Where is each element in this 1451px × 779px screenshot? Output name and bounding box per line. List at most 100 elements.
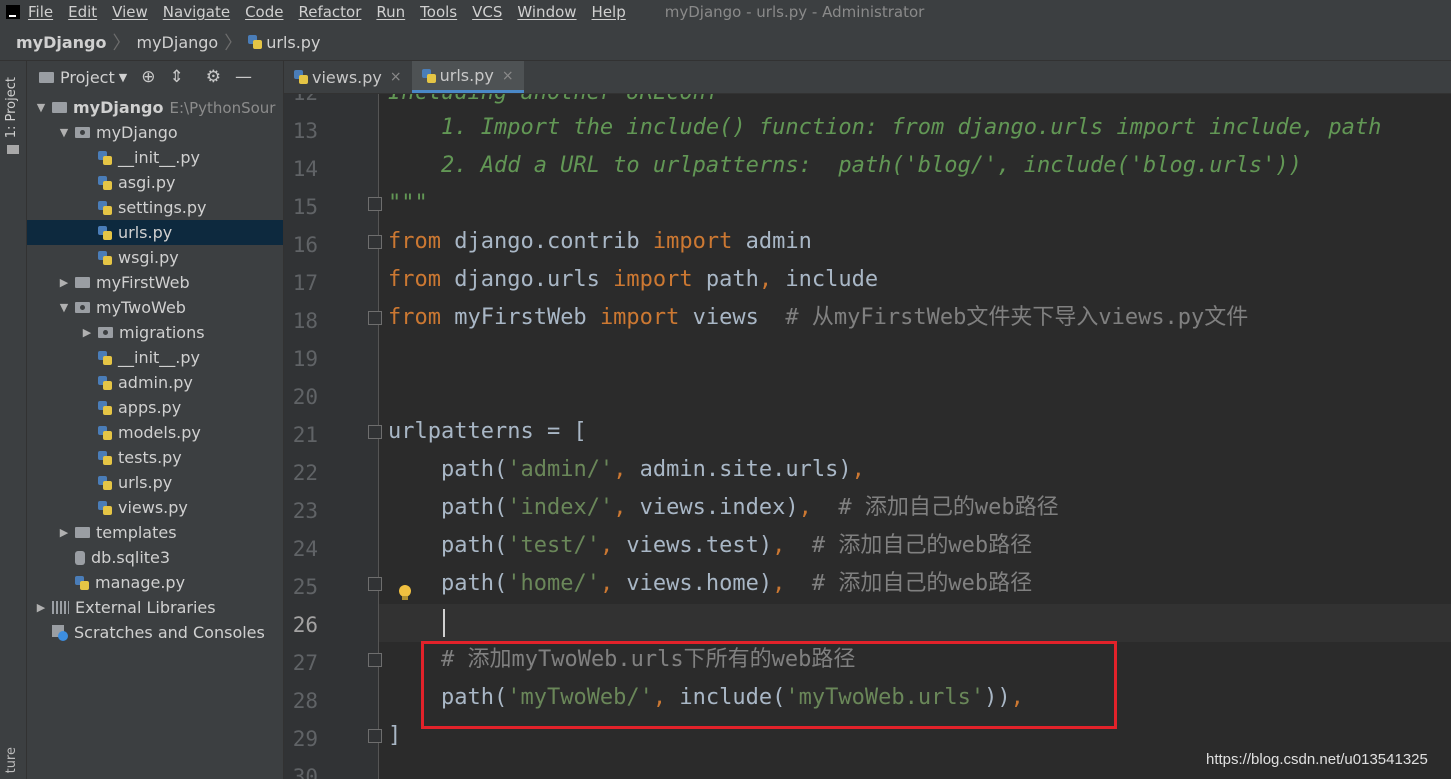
tree-item[interactable]: ▼ myDjango E:\PythonSour [27, 95, 283, 120]
chevron-right-icon[interactable]: ▶ [57, 276, 71, 289]
folder-icon [52, 102, 67, 113]
tree-item[interactable]: wsgi.py [27, 245, 283, 270]
line-number: 12 [284, 94, 318, 112]
tree-item[interactable]: asgi.py [27, 170, 283, 195]
line-number: 28 [292, 689, 318, 713]
line-number: 21 [292, 423, 318, 447]
text-caret [443, 609, 445, 637]
code-line-24: path('test/', views.test), # 添加自己的web路径 [388, 533, 1033, 558]
tree-item[interactable]: urls.py [27, 470, 283, 495]
python-file-icon [75, 575, 89, 590]
breadcrumb: myDjango 〉 myDjango 〉 urls.py [0, 24, 1451, 61]
breadcrumb-folder[interactable]: myDjango [137, 33, 219, 52]
tree-item-label: tests.py [118, 448, 182, 467]
breadcrumb-file[interactable]: urls.py [248, 33, 320, 52]
library-icon [52, 601, 69, 614]
menu-run[interactable]: Run [376, 3, 405, 21]
tree-item[interactable]: __init__.py [27, 145, 283, 170]
tab-views-py[interactable]: views.py × [284, 61, 412, 93]
tree-item[interactable]: urls.py [27, 220, 283, 245]
tree-item[interactable]: ▶ templates [27, 520, 283, 545]
menu-navigate[interactable]: Navigate [163, 3, 230, 21]
package-folder-icon [98, 327, 113, 338]
chevron-down-icon[interactable]: ▼ [57, 301, 71, 314]
tree-item-label: db.sqlite3 [91, 548, 171, 567]
menu-tools[interactable]: Tools [420, 3, 457, 21]
chevron-down-icon[interactable]: ▼ [34, 101, 48, 114]
chevron-down-icon[interactable]: ▼ [57, 126, 71, 139]
breadcrumb-project[interactable]: myDjango [16, 33, 107, 52]
menu-edit[interactable]: Edit [68, 3, 97, 21]
tree-item[interactable]: settings.py [27, 195, 283, 220]
tree-item-label: External Libraries [75, 598, 216, 617]
tree-item-label: manage.py [95, 573, 186, 592]
tree-item-label: urls.py [118, 223, 173, 242]
close-icon[interactable]: × [502, 68, 514, 84]
tree-item[interactable]: ▶ External Libraries [27, 595, 283, 620]
fold-marker-icon[interactable] [368, 197, 382, 211]
project-view-icon [39, 71, 54, 83]
python-file-icon [294, 70, 308, 84]
tree-item[interactable]: ▶ migrations [27, 320, 283, 345]
project-view-selector[interactable]: Project [60, 68, 115, 87]
tree-item[interactable]: manage.py [27, 570, 283, 595]
tree-item-label: settings.py [118, 198, 207, 217]
tree-item[interactable]: ▼ myTwoWeb [27, 295, 283, 320]
menu-code[interactable]: Code [245, 3, 283, 21]
gear-icon[interactable]: ⚙ [206, 67, 221, 87]
chevron-right-icon[interactable]: ▶ [34, 601, 48, 614]
chevron-right-icon[interactable]: ▶ [80, 326, 94, 339]
tree-item-label: templates [96, 523, 177, 542]
tree-item[interactable]: views.py [27, 495, 283, 520]
tree-item[interactable]: Scratches and Consoles [27, 620, 283, 645]
python-file-icon [98, 175, 112, 190]
package-folder-icon [75, 302, 90, 313]
menu-view[interactable]: View [112, 3, 148, 21]
tree-item-label: Scratches and Consoles [74, 623, 265, 642]
menu-window[interactable]: Window [517, 3, 576, 21]
tree-item[interactable]: models.py [27, 420, 283, 445]
fold-marker-icon[interactable] [368, 577, 382, 591]
tree-item-label: views.py [118, 498, 188, 517]
tree-item-label: myDjango [73, 98, 164, 117]
editor-tab-bar: views.py × urls.py × [284, 61, 1451, 94]
menu-vcs[interactable]: VCS [472, 3, 502, 21]
folder-icon [75, 527, 90, 538]
collapse-all-icon[interactable]: ⇕ [169, 67, 183, 87]
window-title: myDjango - urls.py - Administrator [664, 3, 925, 21]
line-number: 26 [292, 613, 318, 637]
menu-refactor[interactable]: Refactor [298, 3, 361, 21]
tree-item-label: apps.py [118, 398, 182, 417]
structure-tool-tab[interactable]: ture [4, 747, 19, 773]
tree-item[interactable]: ▶ myFirstWeb [27, 270, 283, 295]
fold-marker-icon[interactable] [368, 729, 382, 743]
breadcrumb-separator-icon: 〉 [224, 33, 243, 54]
tree-item[interactable]: admin.py [27, 370, 283, 395]
hide-panel-icon[interactable]: — [235, 67, 252, 87]
fold-marker-icon[interactable] [368, 311, 382, 325]
chevron-right-icon[interactable]: ▶ [57, 526, 71, 539]
fold-marker-icon[interactable] [368, 653, 382, 667]
tree-item-label: myFirstWeb [96, 273, 190, 292]
tab-urls-py[interactable]: urls.py × [411, 61, 524, 93]
tree-item[interactable]: ▼ myDjango [27, 120, 283, 145]
chevron-down-icon[interactable]: ▼ [119, 71, 127, 84]
line-number: 14 [292, 157, 318, 181]
tab-label: urls.py [439, 66, 494, 85]
fold-marker-icon[interactable] [368, 425, 382, 439]
project-tool-tab[interactable]: 1: Project [0, 67, 26, 165]
close-icon[interactable]: × [390, 69, 402, 85]
menu-bar: File Edit View Navigate Code Refactor Ru… [0, 0, 1451, 24]
tree-item[interactable]: apps.py [27, 395, 283, 420]
tree-item-label: models.py [118, 423, 201, 442]
locate-target-icon[interactable]: ⊕ [141, 67, 155, 87]
fold-marker-icon[interactable] [368, 235, 382, 249]
line-number: 24 [292, 537, 318, 561]
tree-item[interactable]: tests.py [27, 445, 283, 470]
tree-item-label: __init__.py [118, 348, 201, 367]
menu-file[interactable]: File [28, 3, 53, 21]
tree-item[interactable]: __init__.py [27, 345, 283, 370]
python-file-icon [98, 375, 112, 390]
menu-help[interactable]: Help [592, 3, 626, 21]
tree-item[interactable]: db.sqlite3 [27, 545, 283, 570]
